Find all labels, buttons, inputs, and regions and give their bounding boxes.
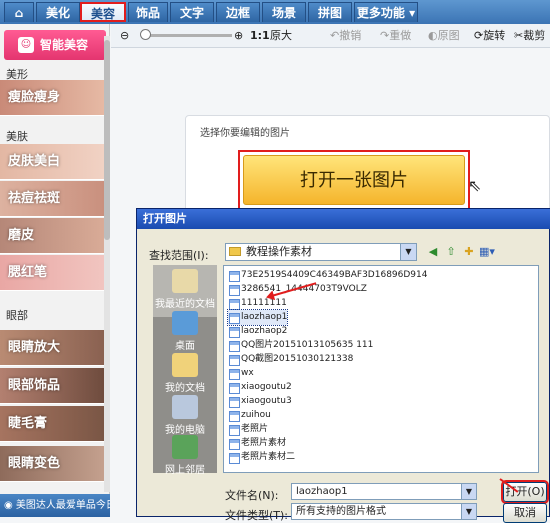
dialog-title: 打开图片 [137,209,550,229]
tab-beauty[interactable]: 美容 [80,2,126,22]
sidebar-item-mascara[interactable]: 睫毛膏 [0,406,104,442]
list-item[interactable]: QQ图片20151013105635 111 [228,338,373,353]
undo-button[interactable]: ↶撤销 [330,28,361,44]
zoom-slider[interactable] [148,34,232,37]
chevron-down-icon[interactable]: ▼ [461,484,476,499]
promo-bar[interactable]: ◉ 美图达人最爱单品今日上新! [0,494,110,517]
tab-beautify[interactable]: 美化 [36,2,80,22]
sidebar-item-acne[interactable]: 祛痘祛斑 [0,181,104,217]
promo-icon: ◉ [4,500,16,511]
section-eyes: 眼部 [6,309,28,322]
sidebar-item-eye-accessories[interactable]: 眼部饰品 [0,368,104,404]
list-item[interactable]: zuihou [228,408,271,423]
sidebar-item-eye-color[interactable]: 眼睛变色 [0,446,104,482]
choose-image-prompt: 选择你要编辑的图片 [200,128,290,139]
open-image-label: 打开一张图片 [243,155,465,205]
list-item[interactable]: wx [228,366,254,381]
redo-label: 重做 [389,29,412,42]
list-item-selected[interactable]: laozhaop1 [226,309,289,326]
list-item[interactable]: 73E2519S4409C46349BAF3D16896D914 [228,268,427,283]
my-documents-icon [172,353,198,377]
mouse-cursor-icon: ⇖ [468,176,482,195]
sidebar-item-slim[interactable]: 瘦脸瘦身 [0,80,104,116]
top-tab-bar: ⌂ 美化 美容 饰品 文字 边框 场景 拼图 更多功能 ▾ [0,0,550,24]
scrollbar-thumb[interactable] [104,40,110,240]
up-folder-icon[interactable]: ⇧ [443,245,459,259]
home-icon[interactable]: ⌂ [4,2,34,22]
promo-text: 美图达人最爱单品今日上新! [15,500,110,511]
rotate-button[interactable]: ⟳旋转 [474,28,505,44]
look-in-label: 查找范围(I): [149,249,209,262]
undo-icon: ↶ [330,29,340,42]
tab-collage[interactable]: 拼图 [308,2,352,22]
sidebar-scrollbar[interactable] [104,36,110,492]
tab-more-features[interactable]: 更多功能 ▾ [354,2,418,22]
open-image-button[interactable]: 打开一张图片 [238,150,470,210]
back-icon[interactable]: ◀ [425,245,441,259]
sidebar-item-whiten[interactable]: 皮肤美白 [0,144,104,180]
zoom-slider-handle[interactable] [140,29,151,40]
list-item[interactable]: 老照片 [228,422,268,437]
rotate-label: 旋转 [483,29,506,42]
original-size-button[interactable]: 原大 [270,28,292,44]
look-in-dropdown[interactable]: 教程操作素材 ▼ [225,243,417,261]
dialog-cancel-button[interactable]: 取消 [503,503,547,523]
view-menu-icon[interactable]: ▦▾ [479,245,495,259]
rotate-icon: ⟳ [474,29,484,42]
list-item[interactable]: 11111111 [228,296,287,311]
redo-button[interactable]: ↷重做 [380,28,411,44]
place-network[interactable]: 网上邻居 [153,431,217,483]
list-item[interactable]: QQ截图20151030121338 [228,352,353,367]
smart-beauty-icon: ☺ [18,37,34,53]
redo-icon: ↷ [380,29,390,42]
filetype-value: 所有支持的图片格式 [296,506,386,517]
folder-icon [229,247,241,256]
crop-button[interactable]: ✂裁剪 [514,28,545,44]
my-computer-icon [172,395,198,419]
tab-accessories[interactable]: 饰品 [128,2,168,22]
list-item[interactable]: 老照片素材二 [228,450,295,465]
recent-docs-icon [172,269,198,293]
current-folder: 教程操作素材 [246,245,312,258]
list-item[interactable]: laozhaop2 [228,324,287,339]
filename-label: 文件名(N): [225,489,279,502]
zoom-out-icon[interactable]: ⊖ [120,28,129,44]
crop-label: 裁剪 [523,29,546,42]
crop-icon: ✂ [514,29,524,42]
network-icon [172,435,198,459]
place-network-label: 网上邻居 [165,465,205,476]
list-item[interactable]: xiaogoutu3 [228,394,292,409]
desktop-icon [172,311,198,335]
filename-value: laozhaop1 [296,486,348,497]
section-skin: 美肤 [6,130,28,143]
chevron-down-icon[interactable]: ▼ [400,244,416,260]
zoom-in-icon[interactable]: ⊕ [234,28,243,44]
filename-input[interactable]: laozhaop1 ▼ [291,483,477,500]
original-image-button[interactable]: ◐原图 [428,28,460,44]
new-folder-icon[interactable]: ✚ [461,245,477,259]
list-item[interactable]: xiaogoutu2 [228,380,292,395]
filetype-select[interactable]: 所有支持的图片格式 ▼ [291,503,477,520]
tab-frame[interactable]: 边框 [216,2,260,22]
zoom-ratio[interactable]: 1:1 [250,28,270,44]
tab-text[interactable]: 文字 [170,2,214,22]
undo-label: 撤销 [339,29,362,42]
tab-scene[interactable]: 场景 [262,2,306,22]
filetype-label: 文件类型(T): [225,509,289,522]
open-image-dialog: 打开图片 查找范围(I): 教程操作素材 ▼ ◀ ⇧ ✚ ▦▾ 我最近的文档 桌… [136,208,550,523]
smart-beauty-button[interactable]: ☺ 智能美容 [4,30,106,60]
sidebar-item-blush[interactable]: 腮红笔 [0,255,104,291]
smart-beauty-label: 智能美容 [40,38,89,52]
places-bar: 我最近的文档 桌面 我的文档 我的电脑 网上邻居 [153,265,217,476]
sidebar-item-smooth[interactable]: 磨皮 [0,218,104,254]
original-image-icon: ◐ [428,29,438,42]
sidebar-item-eye-enlarge[interactable]: 眼睛放大 [0,330,104,366]
list-item[interactable]: 老照片素材 [228,436,286,451]
original-image-label: 原图 [437,29,460,42]
